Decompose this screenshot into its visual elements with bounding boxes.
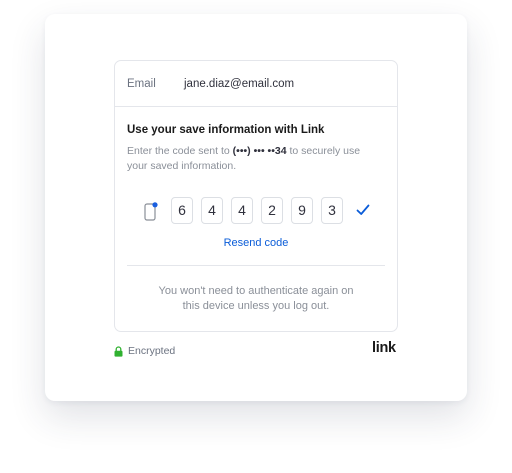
code-digit-2[interactable]: 4 [201, 197, 223, 224]
verify-heading: Use your save information with Link [127, 124, 325, 136]
code-digit-5[interactable]: 9 [291, 197, 313, 224]
email-row[interactable]: Email jane.diaz@email.com [115, 61, 397, 107]
masked-phone-number: (•••) ••• ••34 [232, 145, 287, 157]
remember-device-note-line-2: this device unless you log out. [182, 300, 330, 312]
phone-icon [144, 202, 158, 221]
code-digit-6[interactable]: 3 [321, 197, 343, 224]
verification-panel: Email jane.diaz@email.com Use your save … [114, 60, 398, 332]
verify-subtext: Enter the code sent to (•••) ••• ••34 to… [127, 144, 377, 174]
lock-icon [114, 345, 123, 357]
encrypted-label: Encrypted [128, 345, 176, 357]
email-label: Email [127, 78, 156, 90]
email-value: jane.diaz@email.com [184, 78, 295, 90]
code-digit-4[interactable]: 2 [261, 197, 283, 224]
subtext-before: Enter the code sent to [127, 145, 233, 157]
remember-device-note: You won't need to authenticate again on … [115, 284, 397, 314]
resend-code-link[interactable]: Resend code [115, 237, 397, 249]
remember-device-note-line-1: You won't need to authenticate again on [158, 285, 354, 297]
encrypted-indicator: Encrypted [114, 344, 175, 358]
code-digit-1[interactable]: 6 [171, 197, 193, 224]
check-icon [356, 204, 370, 215]
code-digit-3[interactable]: 4 [231, 197, 253, 224]
link-logo: link [372, 340, 396, 356]
divider [127, 265, 385, 266]
